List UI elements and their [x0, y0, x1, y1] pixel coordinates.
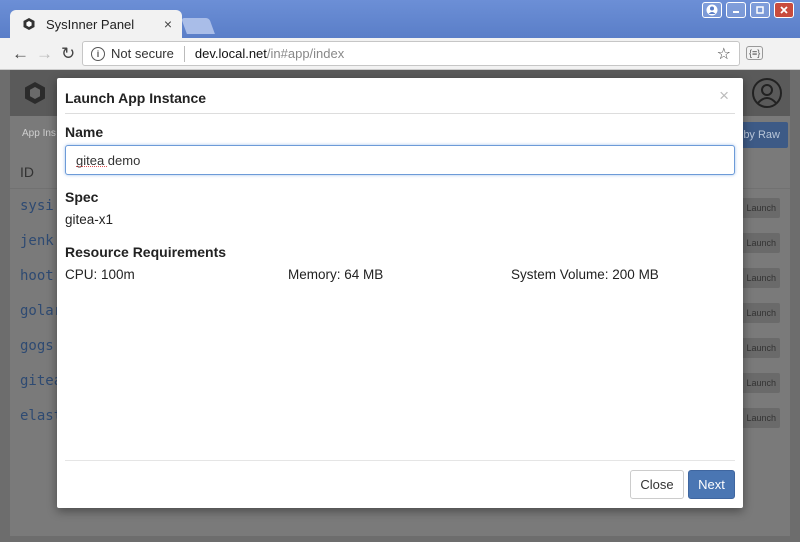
close-button[interactable]: Close — [630, 470, 684, 499]
name-input[interactable] — [65, 145, 735, 175]
table-row-id: elast — [20, 408, 63, 424]
table-row-id: sysi — [20, 198, 54, 214]
address-separator — [183, 45, 185, 62]
new-tab-button[interactable] — [181, 18, 215, 34]
extension-icon[interactable]: {≡} — [746, 46, 764, 60]
table-row-id: gitea — [20, 373, 63, 389]
window-controls — [702, 2, 794, 18]
table-row-id: hoot — [20, 268, 54, 284]
tab-close-icon[interactable]: × — [164, 16, 172, 32]
table-row-id: golar — [20, 303, 63, 319]
url-host: dev.local.net — [194, 46, 267, 61]
next-button[interactable]: Next — [688, 470, 735, 499]
minimize-icon[interactable] — [726, 2, 746, 18]
system-volume-value: System Volume: 200 MB — [511, 267, 659, 282]
resource-requirements-label: Resource Requirements — [65, 244, 227, 260]
spec-value: gitea-x1 — [65, 212, 114, 227]
address-bar[interactable]: i Not secure dev.local.net/in#app/index … — [82, 41, 740, 66]
table-row-id: gogs — [20, 338, 54, 354]
browser-toolbar: ← → ↻ i Not secure dev.local.net/in#app/… — [0, 38, 800, 70]
modal-header: Launch App Instance × — [65, 78, 735, 114]
breadcrumb: App Ins — [22, 128, 56, 139]
browser-titlebar: SysInner Panel × — [0, 0, 800, 38]
table-row-id: jenk — [20, 233, 54, 249]
memory-value: Memory: 64 MB — [288, 267, 384, 282]
bookmark-star-icon[interactable]: ☆ — [717, 44, 731, 64]
profile-icon[interactable] — [702, 2, 722, 18]
info-icon[interactable]: i — [91, 46, 105, 61]
close-icon[interactable]: × — [719, 86, 729, 106]
column-header-id: ID — [20, 164, 34, 180]
launch-app-instance-dialog: Launch App Instance × Name Spec gitea-x1… — [57, 78, 743, 508]
spec-label: Spec — [65, 189, 99, 205]
name-label: Name — [65, 124, 104, 140]
cpu-value: CPU: 100m — [65, 267, 135, 282]
close-window-icon[interactable] — [774, 2, 794, 18]
user-avatar-icon[interactable] — [752, 78, 782, 108]
maximize-icon[interactable] — [750, 2, 770, 18]
app-logo-icon — [23, 18, 35, 30]
reload-icon[interactable]: ↻ — [61, 44, 75, 64]
app-logo-icon[interactable] — [22, 80, 48, 106]
browser-tab[interactable]: SysInner Panel × — [10, 10, 182, 38]
security-label: Not secure — [111, 46, 174, 61]
modal-title: Launch App Instance — [65, 90, 207, 106]
url-path: /in#app/index — [266, 46, 345, 61]
back-arrow-icon[interactable]: ← — [12, 44, 29, 64]
tab-title: SysInner Panel — [46, 16, 135, 32]
forward-arrow-icon[interactable]: → — [36, 44, 53, 64]
modal-footer-divider — [65, 460, 735, 461]
